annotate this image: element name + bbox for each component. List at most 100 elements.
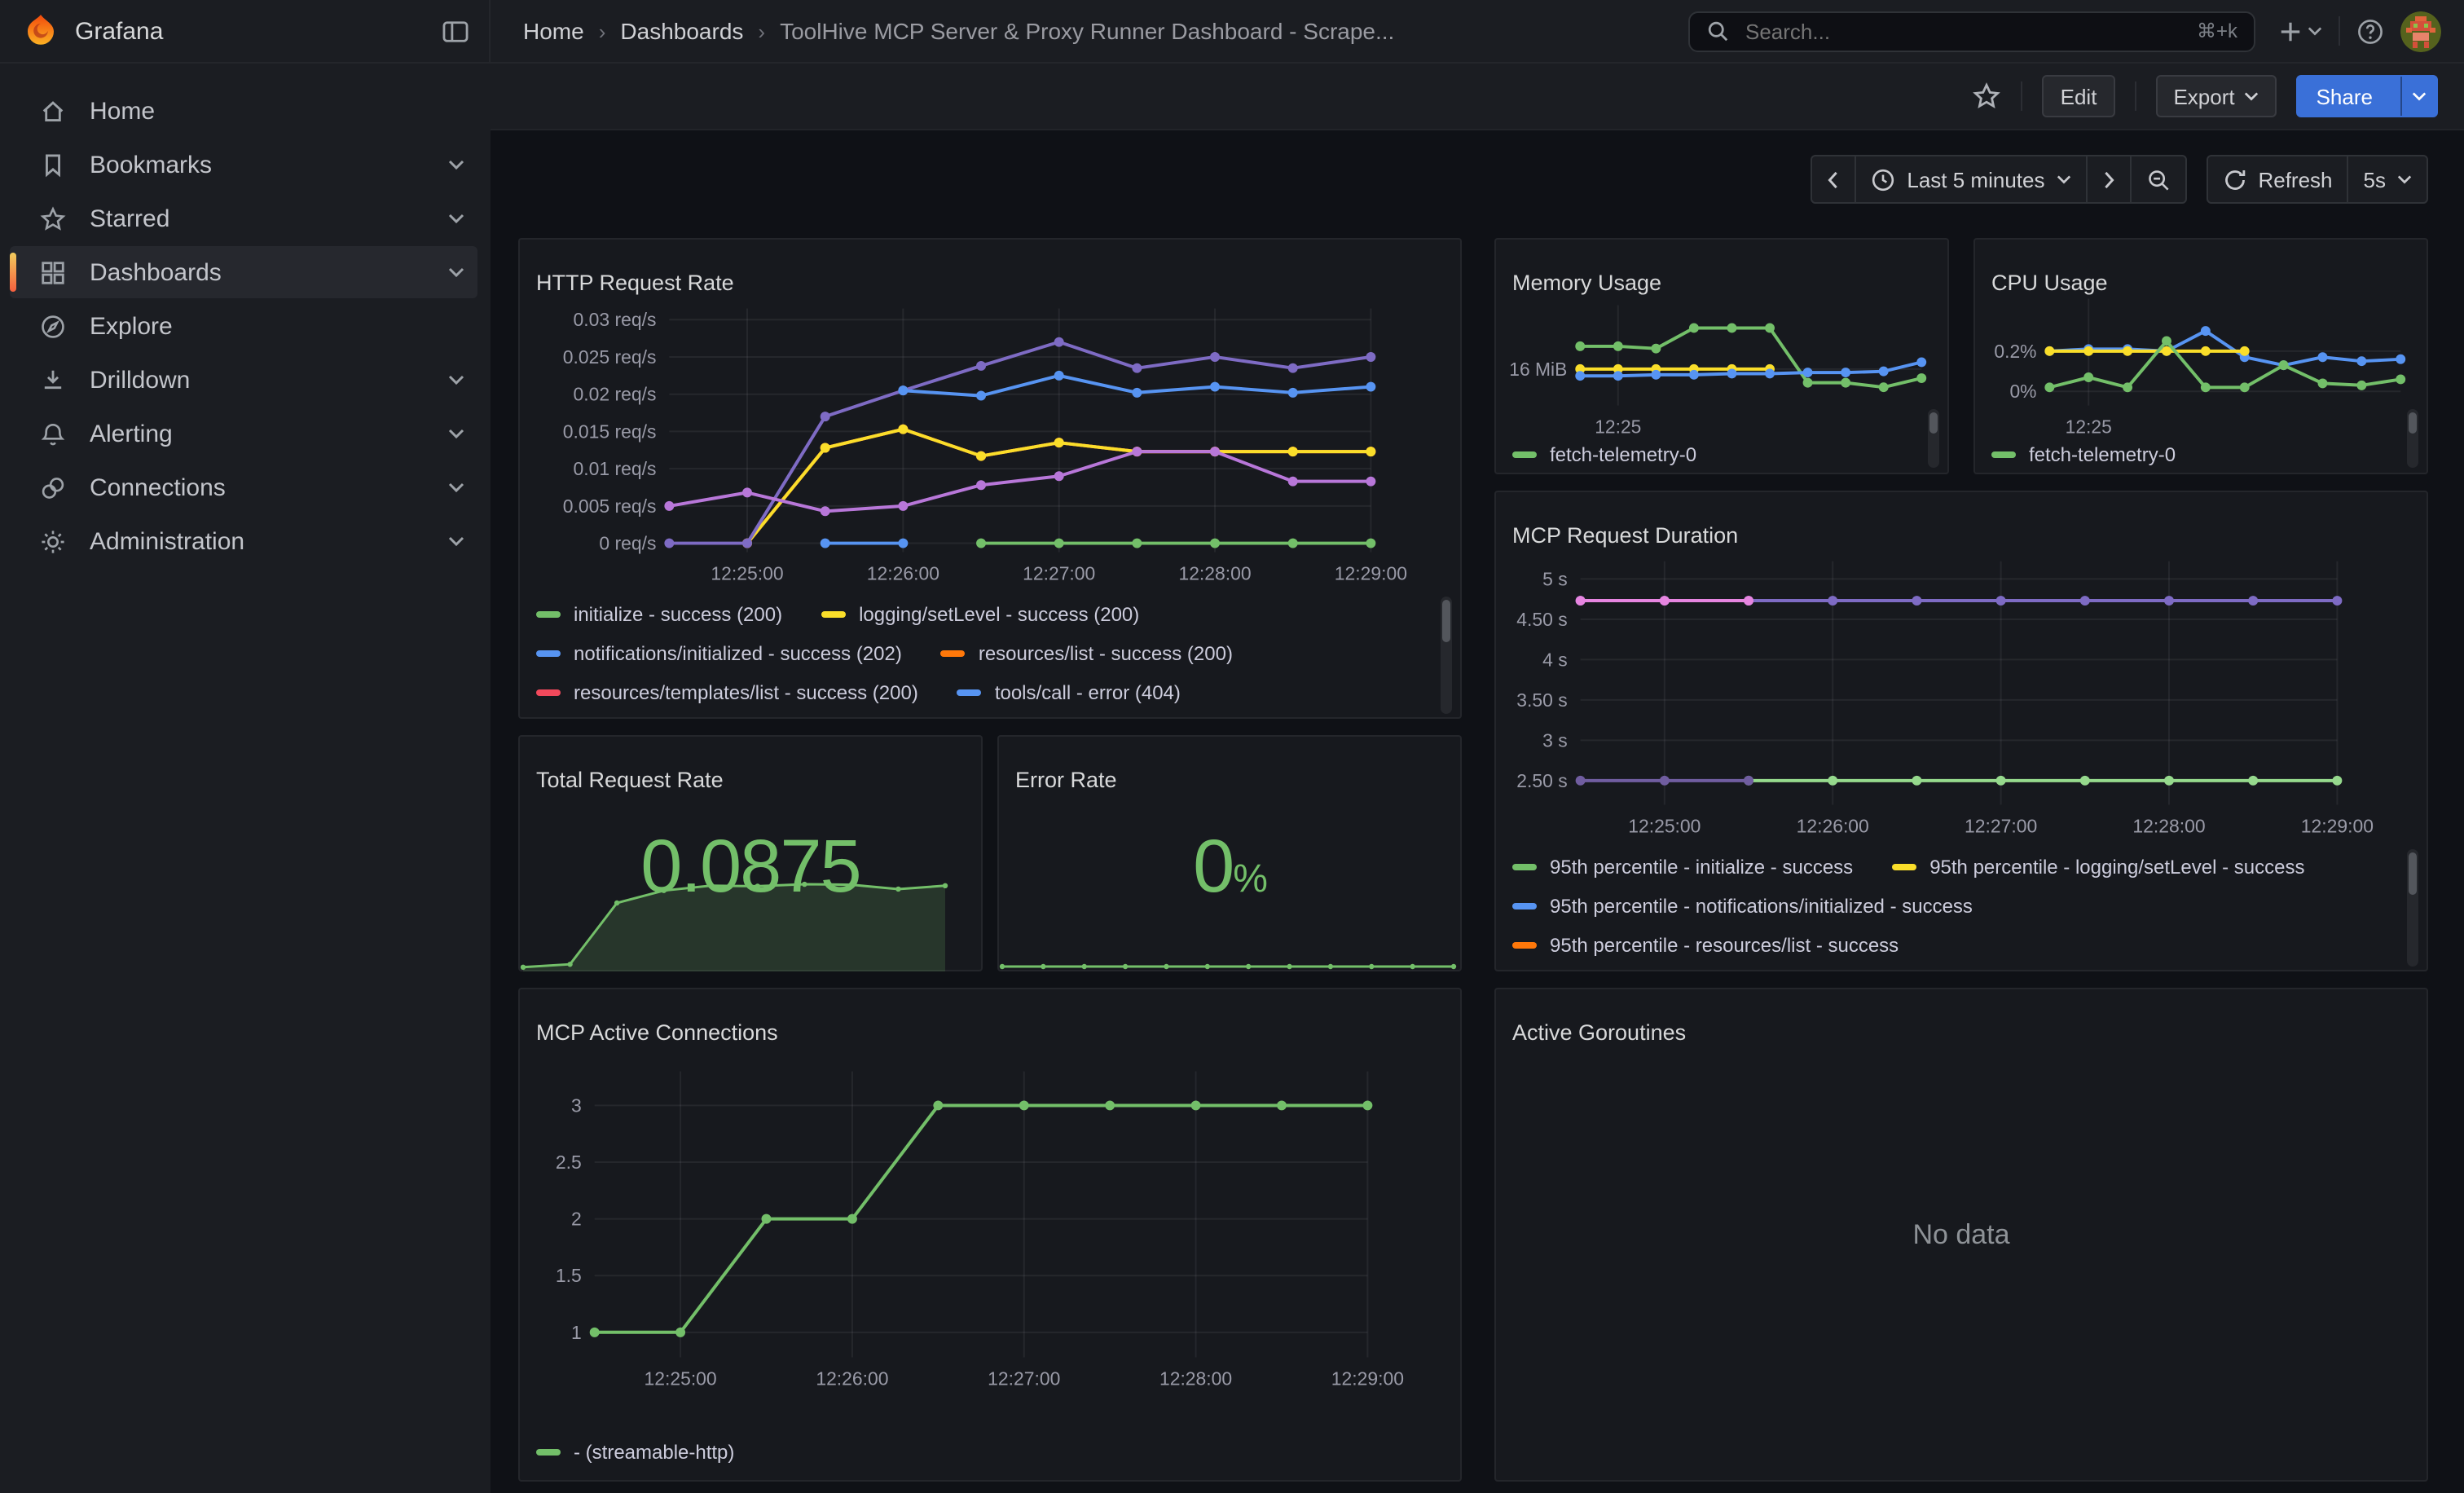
brand-title: Grafana xyxy=(75,17,163,45)
breadcrumb-home[interactable]: Home xyxy=(523,18,584,44)
legend-item[interactable]: fetch-telemetry-0 xyxy=(1991,443,2176,466)
help-icon[interactable] xyxy=(2356,17,2384,45)
chevron-down-icon[interactable] xyxy=(448,375,464,385)
export-button[interactable]: Export xyxy=(2155,75,2277,117)
share-button[interactable]: Share xyxy=(2299,77,2391,116)
plug-icon xyxy=(39,473,67,501)
panel-memory-usage: Memory Usage 12:2516 MiB fetch-telemetry… xyxy=(1494,238,1949,474)
legend-series-label: resources/list - success (200) xyxy=(979,642,1233,665)
svg-text:0.01 req/s: 0.01 req/s xyxy=(574,458,657,479)
refresh-icon xyxy=(2222,167,2246,192)
sidebar-item-administration[interactable]: Administration xyxy=(10,515,477,567)
legend-item[interactable]: tools/call - error (404) xyxy=(957,681,1181,704)
legend-series-color xyxy=(821,611,846,618)
user-avatar[interactable] xyxy=(2400,11,2441,51)
time-range-label: Last 5 minutes xyxy=(1907,167,2044,192)
legend-item[interactable]: resources/templates/list - success (200) xyxy=(536,681,918,704)
legend-item[interactable]: 95th percentile - logging/setLevel - suc… xyxy=(1892,856,2304,879)
memory-usage-chart[interactable]: 12:2516 MiB xyxy=(1496,282,1947,438)
legend-row: fetch-telemetry-0 xyxy=(1991,435,2391,471)
legend-item[interactable]: resources/list - success (200) xyxy=(941,642,1233,665)
search-input-container[interactable]: ⌘+k xyxy=(1688,11,2255,51)
time-shift-back-button[interactable] xyxy=(1812,156,1855,202)
panel-active-goroutines: Active Goroutines No data xyxy=(1494,988,2428,1482)
breadcrumb-separator xyxy=(599,19,606,43)
chevron-down-icon xyxy=(2056,174,2070,184)
refresh-interval-picker[interactable]: 5s xyxy=(2347,156,2427,202)
stat-value: 0% xyxy=(999,828,1460,903)
svg-text:12:28:00: 12:28:00 xyxy=(1159,1367,1232,1389)
chevron-down-icon[interactable] xyxy=(448,214,464,223)
chevron-down-icon xyxy=(2397,174,2412,184)
chevron-down-icon[interactable] xyxy=(448,267,464,277)
sidebar-item-starred[interactable]: Starred xyxy=(10,192,477,244)
share-menu-button[interactable] xyxy=(2400,77,2436,116)
mcp-active-connections-chart[interactable]: 12:25:0012:26:0012:27:0012:28:0012:29:00… xyxy=(520,1035,1460,1426)
legend-item[interactable]: 95th percentile - initialize - success xyxy=(1512,856,1853,879)
search-input[interactable] xyxy=(1742,17,2184,45)
legend-scrollbar[interactable] xyxy=(1441,597,1452,714)
dashboard-toolbar: Edit Export Share xyxy=(491,64,2464,130)
legend-item[interactable]: 95th percentile - notifications/initiali… xyxy=(1512,895,1973,918)
sidebar-item-drilldown[interactable]: Drilldown xyxy=(10,354,477,406)
breadcrumb-dashboards[interactable]: Dashboards xyxy=(620,18,743,44)
stat-number: 0 xyxy=(1193,823,1233,908)
export-label: Export xyxy=(2173,84,2234,108)
sidebar-item-connections[interactable]: Connections xyxy=(10,461,477,513)
legend-item[interactable]: initialize - success (200) xyxy=(536,603,782,626)
edit-button[interactable]: Edit xyxy=(2043,75,2115,117)
refresh-button[interactable]: Refresh xyxy=(2207,156,2347,202)
home-icon xyxy=(39,97,67,125)
legend-item[interactable]: notifications/initialized - success (202… xyxy=(536,642,902,665)
legend-scrollbar[interactable] xyxy=(2407,849,2418,967)
sidebar-item-label: Connections xyxy=(90,473,226,501)
chevron-down-icon[interactable] xyxy=(448,536,464,546)
chevron-down-icon[interactable] xyxy=(448,482,464,492)
panel-title[interactable]: Total Request Rate xyxy=(520,755,981,792)
cpu-usage-chart[interactable]: 12:250.2%0% xyxy=(1975,282,2427,438)
legend-item[interactable]: fetch-telemetry-0 xyxy=(1512,443,1696,466)
refresh-label: Refresh xyxy=(2258,167,2332,192)
panel-title[interactable]: Error Rate xyxy=(999,755,1460,792)
chevron-down-icon xyxy=(2308,26,2322,36)
panel-mcp-request-duration: MCP Request Duration 12:25:0012:26:0012:… xyxy=(1494,491,2428,971)
sidebar-item-label: Starred xyxy=(90,205,169,232)
sidebar-item-explore[interactable]: Explore xyxy=(10,300,477,352)
legend-row: 95th percentile - initialize - success 95… xyxy=(1512,848,2391,887)
grafana-logo[interactable] xyxy=(23,13,59,49)
time-shift-forward-button[interactable] xyxy=(2085,156,2129,202)
legend-series-color xyxy=(1892,864,1916,870)
legend-series-label: logging/setLevel - success (200) xyxy=(859,603,1139,626)
mcp-request-duration-chart[interactable]: 12:25:0012:26:0012:27:0012:28:0012:29:00… xyxy=(1496,541,2427,844)
svg-text:12:25:00: 12:25:00 xyxy=(645,1367,717,1389)
chevron-down-icon[interactable] xyxy=(448,160,464,170)
svg-text:12:25: 12:25 xyxy=(1595,416,1641,437)
legend-item[interactable]: logging/setLevel - success (200) xyxy=(821,603,1139,626)
legend-series-color xyxy=(1512,864,1537,870)
chevron-down-icon[interactable] xyxy=(448,429,464,438)
sidebar-item-label: Explore xyxy=(90,312,173,340)
legend-scrollbar[interactable] xyxy=(2407,409,2418,468)
legend-item[interactable]: - (streamable-http) xyxy=(536,1441,734,1464)
zoom-out-button[interactable] xyxy=(2129,156,2185,202)
legend-item[interactable]: 95th percentile - resources/list - succe… xyxy=(1512,934,1899,957)
sidebar-toggle-icon[interactable] xyxy=(442,19,469,43)
sidebar-item-bookmarks[interactable]: Bookmarks xyxy=(10,139,477,191)
zoom-out-icon xyxy=(2145,167,2170,192)
favorite-star-icon[interactable] xyxy=(1973,81,2002,111)
nav-left-section: Grafana xyxy=(0,0,491,62)
legend-series-label: fetch-telemetry-0 xyxy=(1550,443,1696,466)
sidebar-item-home[interactable]: Home xyxy=(10,85,477,137)
legend-series-label: 95th percentile - logging/setLevel - suc… xyxy=(1929,856,2304,879)
legend-row: resources/templates/list - success (200)… xyxy=(536,673,1424,712)
sidebar-item-dashboards[interactable]: Dashboards xyxy=(10,246,477,298)
http-request-rate-chart[interactable]: 12:25:0012:26:0012:27:0012:28:0012:29:00… xyxy=(520,288,1460,592)
legend-scrollbar[interactable] xyxy=(1928,409,1939,468)
divider xyxy=(2134,81,2136,111)
svg-text:12:25:00: 12:25:00 xyxy=(711,562,783,584)
sidebar-item-alerting[interactable]: Alerting xyxy=(10,407,477,460)
svg-text:12:25: 12:25 xyxy=(2066,416,2112,437)
add-new-button[interactable] xyxy=(2278,19,2322,43)
time-range-picker[interactable]: Last 5 minutes xyxy=(1855,156,2085,202)
legend-series-label: tools/call - error (404) xyxy=(995,681,1181,704)
